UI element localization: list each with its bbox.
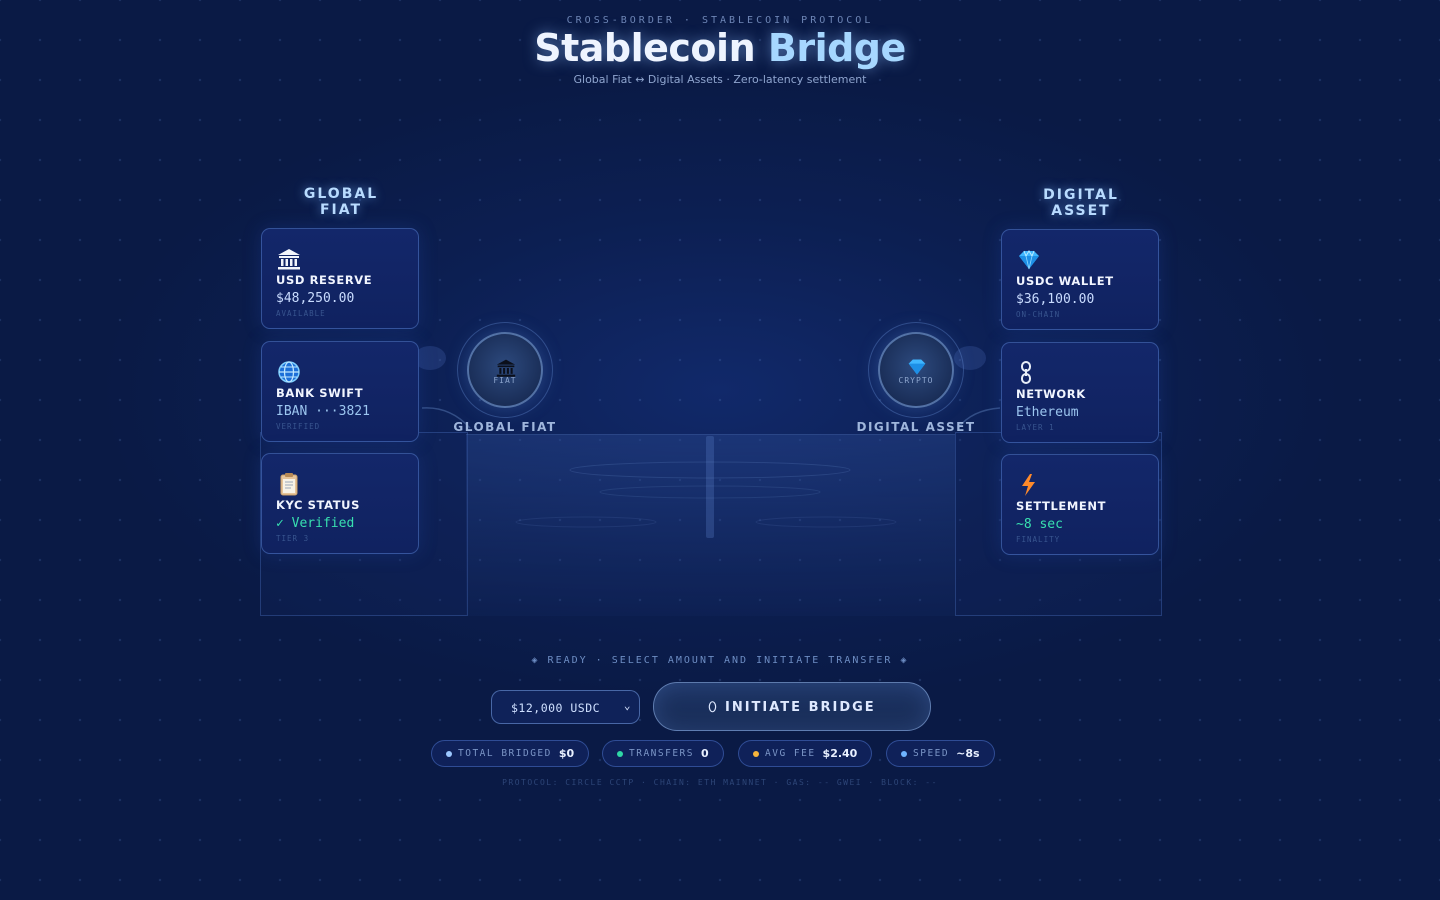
card-label: USDC WALLET	[1016, 274, 1114, 288]
stat-value: ~8s	[956, 747, 980, 760]
card-sublabel: ON-CHAIN	[1016, 310, 1061, 319]
crypto-node[interactable]: CRYPTO	[878, 332, 954, 408]
status-dot-icon	[901, 750, 907, 757]
stat-label: SPEED	[913, 748, 950, 759]
page-title: Stablecoin Bridge	[0, 26, 1440, 70]
crypto-node-caption: CRYPTO	[898, 376, 934, 385]
kyc-status-card[interactable]: KYC STATUS ✓ Verified TIER 3	[261, 453, 419, 554]
lightning-icon	[1022, 474, 1035, 496]
usdc-wallet-card[interactable]: USDC WALLET $36,100.00 ON-CHAIN	[1001, 229, 1159, 330]
status-dot-icon	[446, 750, 452, 757]
stat-value: $2.40	[822, 747, 858, 760]
diamond-icon	[908, 359, 926, 375]
card-sublabel: TIER 3	[276, 534, 310, 543]
amount-select[interactable]: $12,000 USDC ⌄	[491, 690, 640, 724]
card-value: ~8 sec	[1016, 517, 1063, 532]
title-main: Stablecoin	[534, 26, 756, 70]
card-sublabel: AVAILABLE	[276, 309, 326, 318]
card-value: Ethereum	[1016, 405, 1079, 420]
card-sublabel: FINALITY	[1016, 535, 1061, 544]
card-value: $36,100.00	[1016, 292, 1095, 307]
card-label: USD RESERVE	[276, 273, 373, 287]
settlement-card[interactable]: SETTLEMENT ~8 sec FINALITY	[1001, 454, 1159, 555]
network-card[interactable]: NETWORK Ethereum LAYER 1	[1001, 342, 1159, 443]
chain-link-icon	[1021, 361, 1031, 384]
stat-transfers: TRANSFERS 0	[602, 740, 724, 767]
stat-label: TOTAL BRIDGED	[458, 748, 552, 759]
protocol-footer: PROTOCOL: CIRCLE CCTP · CHAIN: ETH MAINN…	[502, 778, 938, 787]
fiat-heading: GLOBAL FIAT	[303, 186, 379, 218]
fiat-node[interactable]: FIAT	[467, 332, 543, 408]
card-value: IBAN ···3821	[276, 404, 370, 419]
crypto-node-label: DIGITAL ASSET	[856, 420, 976, 434]
stat-label: AVG FEE	[765, 748, 816, 759]
diamond-icon	[1019, 250, 1039, 270]
title-accent: Bridge	[767, 26, 906, 70]
stat-avg-fee: AVG FEE $2.40	[738, 740, 873, 767]
card-value: ✓ Verified	[276, 516, 355, 531]
card-sublabel: LAYER 1	[1016, 423, 1055, 432]
card-label: NETWORK	[1016, 387, 1086, 401]
status-dot-icon	[753, 750, 759, 757]
bank-icon	[278, 249, 300, 270]
fiat-node-caption: FIAT	[493, 376, 517, 385]
header-kicker: CROSS-BORDER · STABLECOIN PROTOCOL	[566, 15, 874, 26]
card-value: $48,250.00	[276, 291, 355, 306]
card-sublabel: VERIFIED	[276, 422, 321, 431]
fiat-node-label: GLOBAL FIAT	[453, 420, 557, 434]
bank-swift-card[interactable]: BANK SWIFT IBAN ···3821 VERIFIED	[261, 341, 419, 442]
status-dot-icon	[617, 750, 623, 757]
stat-total-bridged: TOTAL BRIDGED $0	[431, 740, 590, 767]
bank-icon	[496, 359, 516, 377]
crypto-heading: DIGITAL ASSET	[1043, 187, 1119, 219]
card-label: KYC STATUS	[276, 498, 360, 512]
amount-select-value: $12,000 USDC	[511, 701, 601, 715]
card-label: SETTLEMENT	[1016, 499, 1107, 513]
stat-value: 0	[700, 747, 709, 760]
status-message: ◈ READY · SELECT AMOUNT AND INITIATE TRA…	[531, 655, 909, 666]
stat-value: $0	[558, 747, 575, 760]
page-subtitle: Global Fiat ↔ Digital Assets · Zero-late…	[573, 73, 867, 86]
globe-icon	[278, 361, 300, 383]
usd-reserve-card[interactable]: USD RESERVE $48,250.00 AVAILABLE	[261, 228, 419, 329]
card-label: BANK SWIFT	[276, 386, 364, 400]
stat-label: TRANSFERS	[629, 748, 694, 759]
initiate-bridge-button[interactable]: ⬯ INITIATE BRIDGE	[653, 682, 931, 731]
stat-speed: SPEED ~8s	[886, 740, 995, 767]
chevron-down-icon: ⌄	[623, 699, 631, 712]
bridge-water-ripples	[515, 461, 897, 528]
clipboard-icon	[280, 473, 298, 496]
